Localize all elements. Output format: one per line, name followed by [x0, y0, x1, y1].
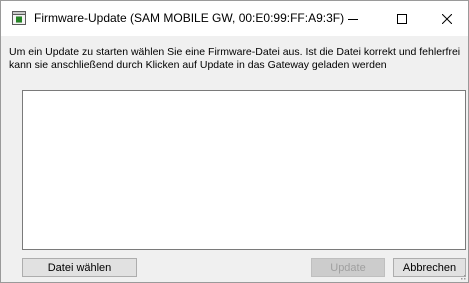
minimize-icon	[348, 18, 358, 20]
close-icon	[442, 13, 452, 24]
maximize-icon	[397, 13, 407, 24]
update-button[interactable]: Update	[311, 258, 385, 277]
close-button[interactable]	[426, 1, 468, 36]
title-bar[interactable]: Firmware-Update (SAM MOBILE GW, 00:E0:99…	[1, 1, 468, 36]
firmware-file-box[interactable]	[22, 90, 466, 250]
maximize-button[interactable]	[381, 1, 423, 36]
choose-file-button[interactable]: Datei wählen	[22, 258, 137, 277]
firmware-update-dialog: Firmware-Update (SAM MOBILE GW, 00:E0:99…	[0, 0, 469, 283]
resize-grip-icon[interactable]	[458, 272, 466, 280]
firmware-chip-icon	[12, 11, 26, 25]
instruction-text: Um ein Update zu starten wählen Sie eine…	[9, 46, 461, 71]
window-title: Firmware-Update (SAM MOBILE GW, 00:E0:99…	[34, 11, 345, 25]
cancel-button[interactable]: Abbrechen	[393, 258, 466, 277]
minimize-button[interactable]	[332, 1, 374, 36]
